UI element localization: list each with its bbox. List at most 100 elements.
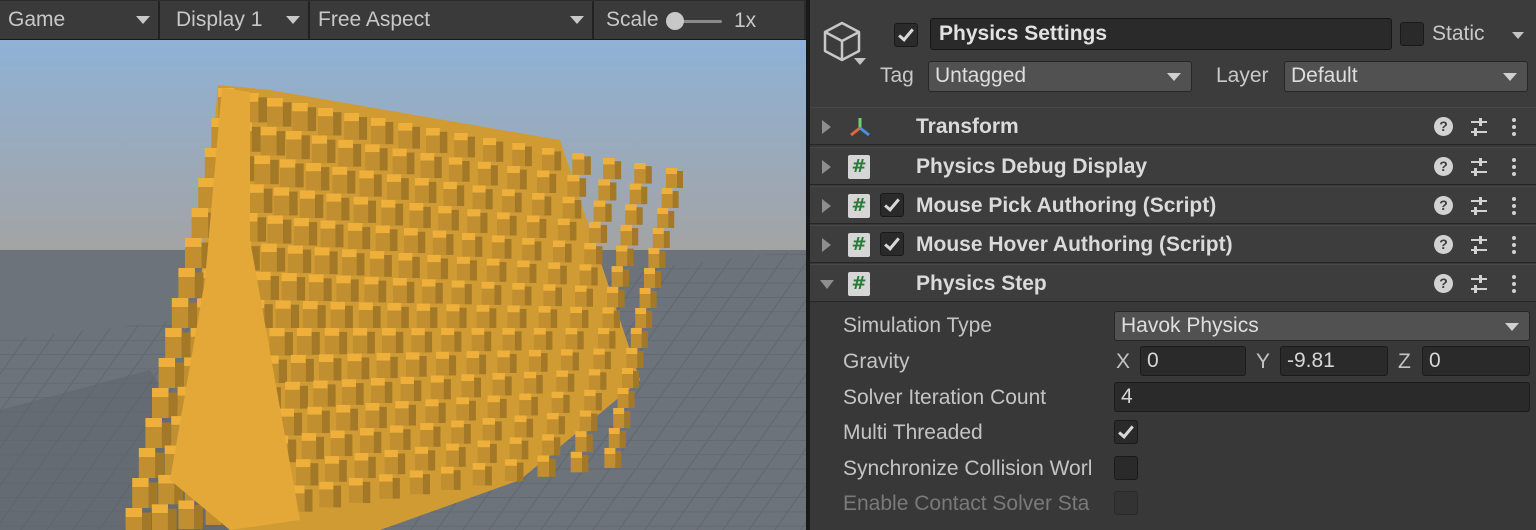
help-icon[interactable]: ? bbox=[1434, 274, 1453, 293]
block-top bbox=[409, 470, 423, 478]
block-top bbox=[254, 155, 271, 165]
block-top bbox=[178, 500, 195, 510]
block-top bbox=[398, 253, 413, 261]
foldout-arrow-icon[interactable] bbox=[822, 238, 831, 252]
inspector-header: Physics Settings Static Tag Untagged Lay… bbox=[810, 0, 1536, 108]
block-top bbox=[620, 224, 632, 232]
block-face bbox=[409, 477, 423, 495]
block-top bbox=[538, 306, 551, 313]
block-side bbox=[514, 331, 522, 351]
block-face bbox=[456, 404, 469, 421]
foldout-arrow-icon[interactable] bbox=[822, 199, 831, 213]
foldout-arrow-icon[interactable] bbox=[822, 120, 831, 134]
block-top bbox=[302, 301, 318, 310]
block-top bbox=[644, 268, 655, 274]
more-options-icon[interactable] bbox=[1510, 116, 1518, 138]
static-checkbox[interactable] bbox=[1400, 22, 1424, 46]
static-dropdown-icon[interactable] bbox=[1512, 32, 1524, 39]
block-face bbox=[319, 489, 334, 508]
solver-iteration-count-input[interactable]: 4 bbox=[1114, 382, 1530, 412]
block-top bbox=[313, 380, 328, 389]
block-face bbox=[602, 313, 614, 328]
block-face bbox=[138, 457, 156, 478]
block-side bbox=[335, 224, 344, 248]
layer-dropdown[interactable]: Default bbox=[1284, 61, 1528, 92]
presets-icon[interactable] bbox=[1468, 195, 1490, 217]
component-enabled-checkbox[interactable] bbox=[880, 232, 904, 256]
block-side bbox=[359, 117, 368, 140]
gravity-z-input[interactable]: 0 bbox=[1422, 346, 1530, 376]
block-face bbox=[471, 334, 485, 352]
help-icon[interactable]: ? bbox=[1434, 235, 1453, 254]
block-face bbox=[318, 116, 334, 136]
block-side bbox=[641, 331, 648, 348]
block-face bbox=[497, 219, 510, 236]
block-top bbox=[639, 288, 651, 294]
more-options-icon[interactable] bbox=[1510, 273, 1518, 295]
block-top bbox=[325, 456, 340, 464]
block-top bbox=[616, 245, 628, 252]
foldout-arrow-icon[interactable] bbox=[822, 160, 831, 174]
help-icon[interactable]: ? bbox=[1434, 157, 1453, 176]
block-side bbox=[333, 112, 342, 136]
block-side bbox=[175, 362, 185, 388]
block-top bbox=[307, 406, 322, 415]
object-name-input[interactable]: Physics Settings bbox=[930, 18, 1392, 50]
more-options-icon[interactable] bbox=[1510, 234, 1518, 256]
block-top bbox=[415, 446, 429, 454]
block-face bbox=[448, 164, 463, 182]
block-side bbox=[323, 278, 332, 302]
tag-dropdown[interactable]: Untagged bbox=[928, 61, 1192, 92]
display-dropdown[interactable]: Display 1 bbox=[160, 1, 310, 39]
presets-icon[interactable] bbox=[1468, 234, 1490, 256]
multi-threaded-checkbox[interactable] bbox=[1114, 420, 1138, 444]
block-face bbox=[482, 424, 495, 441]
gravity-y-input[interactable]: -9.81 bbox=[1280, 346, 1388, 376]
component-physics-debug-display[interactable]: # Physics Debug Display ? bbox=[810, 147, 1536, 185]
block-face bbox=[376, 360, 391, 378]
game-viewport[interactable] bbox=[0, 40, 806, 530]
aspect-dropdown[interactable]: Free Aspect bbox=[310, 1, 594, 39]
icon-dropdown-arrow-icon[interactable] bbox=[854, 58, 866, 65]
block-side bbox=[549, 458, 556, 477]
more-options-icon[interactable] bbox=[1510, 156, 1518, 178]
component-physics-step[interactable]: # Physics Step ? bbox=[810, 264, 1536, 302]
block-face bbox=[313, 388, 328, 407]
block-face bbox=[381, 207, 396, 226]
block-face bbox=[158, 483, 175, 505]
component-mouse-pick-authoring[interactable]: # Mouse Pick Authoring (Script) ? bbox=[810, 186, 1536, 224]
gameobject-cube-icon[interactable] bbox=[822, 20, 862, 62]
block-side bbox=[633, 371, 639, 388]
component-enabled-checkbox[interactable] bbox=[880, 193, 904, 217]
presets-icon[interactable] bbox=[1468, 116, 1490, 138]
block-face bbox=[565, 334, 578, 350]
game-tab-dropdown[interactable]: Game bbox=[0, 1, 160, 39]
synchronize-collision-world-checkbox[interactable] bbox=[1114, 456, 1138, 480]
block-side bbox=[550, 309, 558, 328]
presets-icon[interactable] bbox=[1468, 156, 1490, 178]
presets-icon[interactable] bbox=[1468, 273, 1490, 295]
scale-slider-handle[interactable] bbox=[666, 12, 684, 30]
block-top bbox=[441, 328, 455, 336]
help-icon[interactable]: ? bbox=[1434, 196, 1453, 215]
block-face bbox=[261, 252, 277, 272]
block-top bbox=[451, 280, 465, 288]
component-mouse-hover-authoring[interactable]: # Mouse Hover Authoring (Script) ? bbox=[810, 225, 1536, 263]
block-top bbox=[537, 455, 550, 462]
help-icon[interactable]: ? bbox=[1434, 117, 1453, 136]
gravity-x-input[interactable]: 0 bbox=[1140, 346, 1246, 376]
simulation-type-dropdown[interactable]: Havok Physics bbox=[1114, 311, 1530, 341]
block-face bbox=[532, 199, 545, 216]
active-checkbox[interactable] bbox=[894, 23, 918, 47]
block-face bbox=[178, 509, 195, 530]
block-side bbox=[534, 241, 542, 261]
block-top bbox=[477, 440, 490, 448]
component-transform[interactable]: Transform ? bbox=[810, 107, 1536, 145]
block-face bbox=[330, 438, 345, 457]
more-options-icon[interactable] bbox=[1510, 195, 1518, 217]
block-face bbox=[365, 152, 380, 171]
block-face bbox=[432, 237, 447, 255]
foldout-arrow-expanded-icon[interactable] bbox=[820, 280, 834, 289]
block-side bbox=[428, 450, 436, 471]
block-side bbox=[294, 412, 303, 436]
